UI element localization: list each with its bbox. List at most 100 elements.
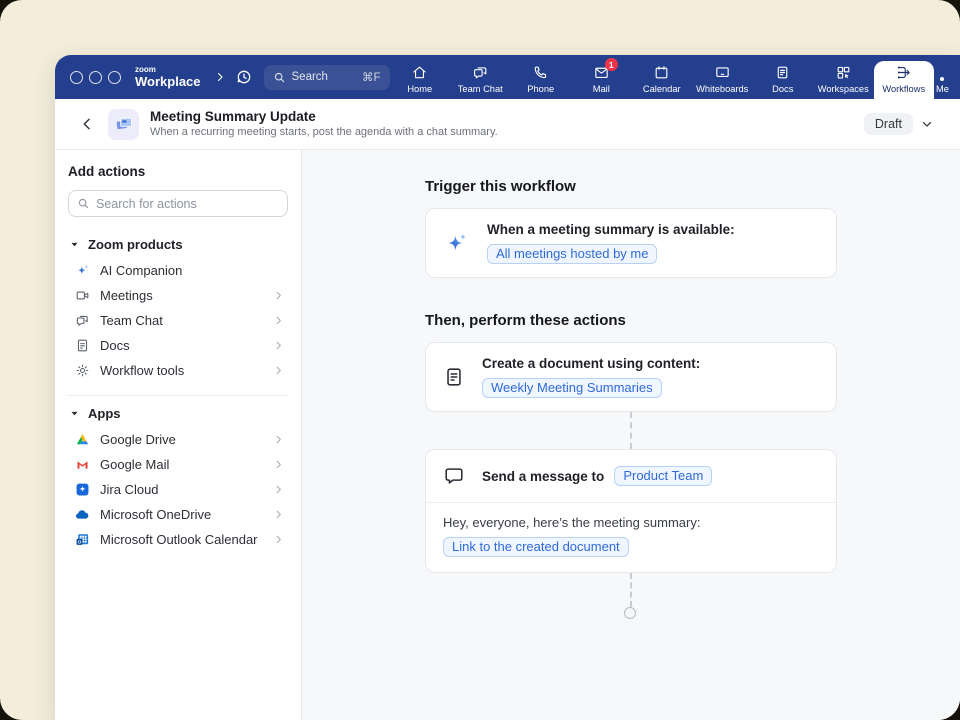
nav-tab-phone[interactable]: Phone xyxy=(511,55,572,99)
trigger-scope-pill[interactable]: All meetings hosted by me xyxy=(487,244,657,264)
workflow-subtitle: When a recurring meeting starts, post th… xyxy=(150,126,498,140)
chevron-right-icon xyxy=(273,365,284,376)
caret-down-icon xyxy=(70,409,79,418)
chevron-down-icon[interactable] xyxy=(920,117,934,131)
chevron-right-icon[interactable] xyxy=(214,71,226,83)
document-content-pill[interactable]: Weekly Meeting Summaries xyxy=(482,378,662,398)
ai-sparkle-icon xyxy=(443,230,470,257)
nav-tab-workflows[interactable]: Workflows xyxy=(874,61,935,99)
chevron-right-icon xyxy=(273,509,284,520)
status-badge[interactable]: Draft xyxy=(864,113,913,135)
gmail-icon xyxy=(74,457,90,472)
send-message-header: Send a message to Product Team xyxy=(426,450,836,502)
docs-icon xyxy=(774,64,791,81)
send-message-card[interactable]: Send a message to Product Team Hey, ever… xyxy=(425,449,837,573)
recipient-pill[interactable]: Product Team xyxy=(614,466,712,486)
whiteboards-icon xyxy=(714,64,731,81)
create-document-content: Create a document using content: Weekly … xyxy=(482,356,700,398)
message-body: Hey, everyone, here’s the meeting summar… xyxy=(426,502,836,572)
mail-icon: 1 xyxy=(593,64,610,81)
calendar-icon xyxy=(653,64,670,81)
body-row: Add actions Zoom products AI Companion xyxy=(55,150,960,720)
send-message-title-row: Send a message to Product Team xyxy=(482,466,712,486)
sidebar-item-team-chat[interactable]: Team Chat xyxy=(68,308,288,333)
nav-tab-team-chat[interactable]: Team Chat xyxy=(450,55,511,99)
nav-tab-docs[interactable]: Docs xyxy=(753,55,814,99)
actions-search-input[interactable] xyxy=(96,197,279,211)
create-document-card[interactable]: Create a document using content: Weekly … xyxy=(425,342,837,412)
zoom-workplace-window: zoom Workplace Search ⌘F Home xyxy=(55,55,960,720)
logo-workplace-text: Workplace xyxy=(135,75,201,88)
actions-search-field[interactable] xyxy=(68,190,288,217)
workflow-thumbnail-icon xyxy=(108,109,139,140)
nav-tab-whiteboards[interactable]: Whiteboards xyxy=(692,55,753,99)
workflows-icon xyxy=(895,64,912,81)
trigger-card-content: When a meeting summary is available: All… xyxy=(487,222,735,264)
sidebar-item-docs[interactable]: Docs xyxy=(68,333,288,358)
sidebar-divider xyxy=(68,395,288,396)
add-actions-sidebar: Add actions Zoom products AI Companion xyxy=(55,150,302,720)
actions-heading: Then, perform these actions xyxy=(425,312,960,329)
nav-tab-calendar[interactable]: Calendar xyxy=(632,55,693,99)
workflow-title-block: Meeting Summary Update When a recurring … xyxy=(150,109,498,140)
search-icon xyxy=(273,71,286,84)
sidebar-item-jira-cloud[interactable]: Jira Cloud xyxy=(68,477,288,502)
sidebar-item-meetings[interactable]: Meetings xyxy=(68,283,288,308)
workflow-canvas: Trigger this workflow When a meeting sum… xyxy=(302,150,960,720)
chevron-right-icon xyxy=(273,484,284,495)
meetings-icon xyxy=(74,288,90,303)
chevron-right-icon xyxy=(273,459,284,470)
workflow-header: Meeting Summary Update When a recurring … xyxy=(55,99,960,150)
document-icon xyxy=(443,366,465,388)
team-chat-icon xyxy=(472,64,489,81)
connector-end-node xyxy=(624,607,636,619)
send-message-title: Send a message to xyxy=(482,469,604,484)
connector-dashed-line xyxy=(630,573,632,607)
top-navigation-bar: zoom Workplace Search ⌘F Home xyxy=(55,55,960,99)
home-icon xyxy=(411,64,428,81)
nav-tabs: Home Team Chat Phone 1 Mail xyxy=(390,55,960,99)
sidebar-item-workflow-tools[interactable]: Workflow tools xyxy=(68,358,288,383)
sidebar-heading: Add actions xyxy=(68,164,288,179)
sidebar-item-google-mail[interactable]: Google Mail xyxy=(68,452,288,477)
message-body-text: Hey, everyone, here’s the meeting summar… xyxy=(443,515,819,530)
chevron-right-icon xyxy=(273,315,284,326)
history-icon[interactable] xyxy=(235,68,253,86)
nav-tab-me-partial[interactable]: Me xyxy=(934,55,960,99)
workflow-title: Meeting Summary Update xyxy=(150,109,498,126)
outlook-calendar-icon: O xyxy=(74,532,90,547)
back-button[interactable] xyxy=(75,112,99,136)
nav-tab-home[interactable]: Home xyxy=(390,55,451,99)
create-document-title: Create a document using content: xyxy=(482,356,700,371)
chat-bubble-icon xyxy=(443,465,465,487)
sidebar-item-microsoft-onedrive[interactable]: Microsoft OneDrive xyxy=(68,502,288,527)
gear-icon xyxy=(74,363,90,378)
section-zoom-products[interactable]: Zoom products xyxy=(70,237,288,252)
connector-dashed-line xyxy=(630,412,632,449)
document-link-pill[interactable]: Link to the created document xyxy=(443,537,629,557)
jira-icon xyxy=(74,482,90,497)
onedrive-icon xyxy=(74,507,90,523)
ai-companion-icon xyxy=(74,263,90,278)
sidebar-item-ai-companion[interactable]: AI Companion xyxy=(68,258,288,283)
global-search-box[interactable]: Search ⌘F xyxy=(264,65,390,90)
nav-tab-mail[interactable]: 1 Mail xyxy=(571,55,632,99)
window-zoom-button[interactable] xyxy=(108,71,121,84)
header-right: Draft xyxy=(864,113,934,135)
team-chat-icon xyxy=(74,313,90,328)
trigger-card[interactable]: When a meeting summary is available: All… xyxy=(425,208,837,278)
mail-unread-badge: 1 xyxy=(605,58,618,71)
section-apps[interactable]: Apps xyxy=(70,406,288,421)
svg-text:O: O xyxy=(77,540,81,545)
zoom-workplace-logo: zoom Workplace xyxy=(135,66,201,88)
window-controls xyxy=(70,71,121,84)
search-placeholder: Search xyxy=(292,71,328,83)
trigger-card-title: When a meeting summary is available: xyxy=(487,222,735,237)
sidebar-item-microsoft-outlook-calendar[interactable]: O Microsoft Outlook Calendar xyxy=(68,527,288,552)
chevron-right-icon xyxy=(273,340,284,351)
window-minimize-button[interactable] xyxy=(89,71,102,84)
sidebar-item-google-drive[interactable]: Google Drive xyxy=(68,427,288,452)
nav-tab-workspaces[interactable]: Workspaces xyxy=(813,55,874,99)
window-close-button[interactable] xyxy=(70,71,83,84)
search-icon xyxy=(77,197,90,210)
